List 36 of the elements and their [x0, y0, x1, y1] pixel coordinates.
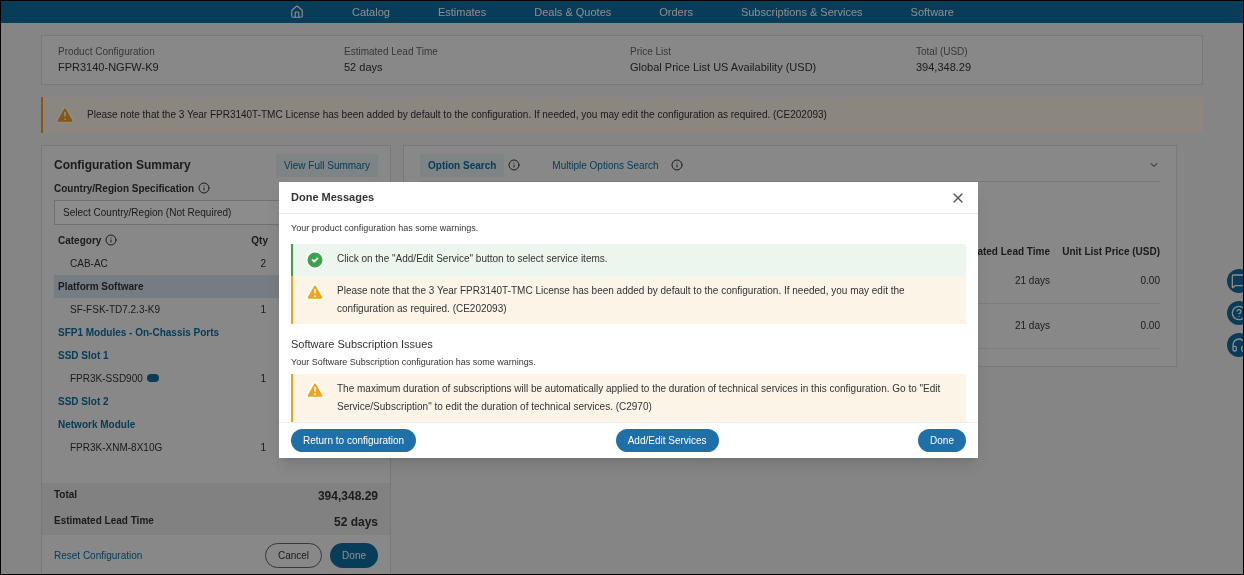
section-intro: Your Software Subscription configuration has some warnings.: [291, 356, 537, 369]
region-label: Country/Region Specification: [54, 181, 194, 196]
item-qty: 1: [260, 302, 266, 317]
item-qty: 1: [260, 371, 266, 386]
field-label: Product Configuration: [58, 45, 156, 59]
table-cell-text: 0.00: [1139, 274, 1160, 288]
item-qty: 1: [260, 440, 266, 455]
item-name: FPR3K-SSD900: [70, 371, 143, 386]
item-name: CAB-AC: [70, 256, 108, 271]
field-label: Total (USD): [916, 45, 969, 59]
field-label: Price List: [630, 45, 673, 59]
table-cell-text: 0.00: [1139, 319, 1160, 333]
lead-time-value: 52 days: [333, 513, 378, 531]
field-value: Global Price List US Availability (USD): [630, 60, 818, 75]
total-value: 394,348.29: [317, 487, 378, 505]
message-text: Click on the "Add/Edit Service" button to select service items.: [337, 251, 608, 266]
field-label: Estimated Lead Time: [344, 45, 439, 59]
item-name: FPR3K-XNM-8X10G: [70, 440, 163, 455]
section-title: Software Subscription Issues: [291, 336, 434, 352]
table-cell-text: 21 days: [1013, 319, 1050, 333]
field-value: 52 days: [344, 60, 384, 75]
field-value: FPR3140-NGFW-K9: [58, 60, 160, 75]
banner-text: Please note that the 3 Year FPR3140T-TMC License has been added by default to the configuration. If needed, you may edit the configuration as required. (CE202093): [87, 108, 827, 122]
lead-time-label: Estimated Lead Time: [54, 513, 154, 528]
column-header: Category: [58, 233, 102, 248]
message-text: The maximum duration of subscriptions will be automatically applied to the duration of technical services in this configuration. Go to "Edit Service/Subscription" to edit the duration of technical services. (C2970): [337, 381, 942, 414]
field-value: 394,348.29: [916, 60, 973, 75]
table-cell-text: 21 days: [1013, 274, 1050, 288]
column-header: Qty: [251, 233, 268, 248]
total-label: Total: [54, 487, 78, 502]
item-name: SF-FSK-TD7.2.3-K9: [70, 302, 161, 317]
dialog-intro: Your product configuration has some warnings.: [291, 222, 480, 235]
item-qty: 2: [260, 256, 266, 271]
column-header: Unit List Price (USD): [1061, 244, 1160, 259]
column-header: ated Lead Time: [976, 244, 1050, 259]
panel-title: Configuration Summary: [54, 157, 191, 174]
